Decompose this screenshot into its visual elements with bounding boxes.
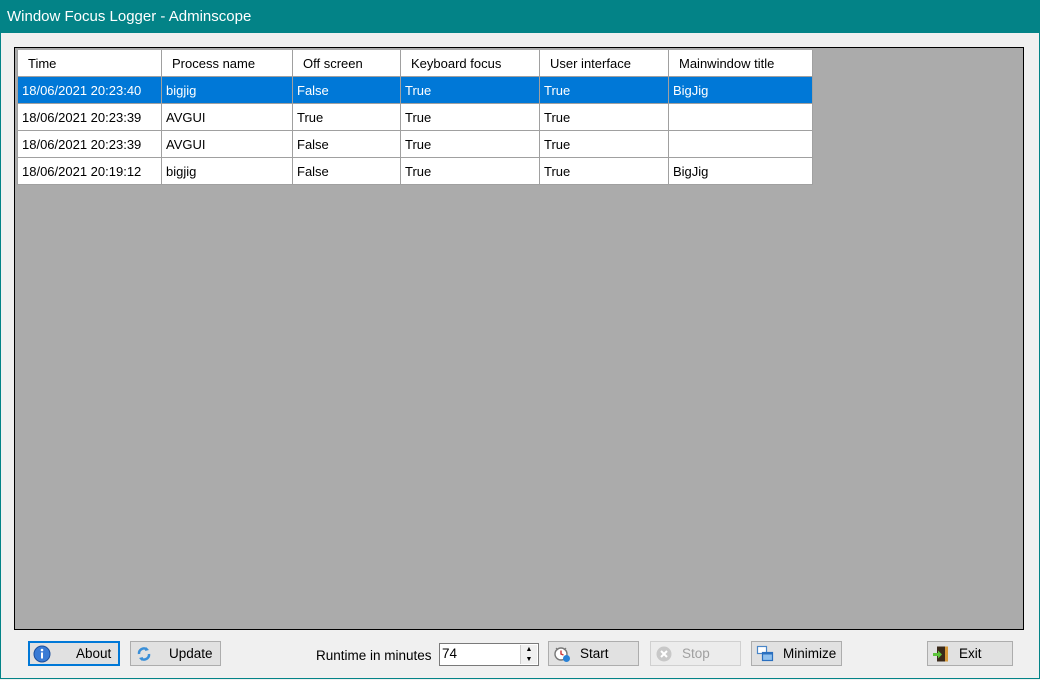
cell-keyboard-focus[interactable]: True	[400, 157, 540, 185]
column-header-off-screen[interactable]: Off screen	[292, 50, 401, 77]
update-button[interactable]: Update	[130, 641, 221, 666]
column-header-keyboard-focus[interactable]: Keyboard focus	[400, 50, 540, 77]
runtime-input[interactable]	[442, 646, 518, 661]
table-row[interactable]: 18/06/2021 20:19:12 bigjig False True Tr…	[17, 157, 813, 185]
clock-start-icon	[554, 647, 570, 662]
cell-keyboard-focus[interactable]: True	[400, 130, 540, 158]
refresh-icon	[137, 647, 151, 661]
cell-off-screen[interactable]: False	[292, 76, 401, 104]
spin-up-button[interactable]: ▲	[521, 645, 537, 654]
cell-user-interface[interactable]: True	[539, 103, 669, 131]
update-label: Update	[169, 646, 213, 661]
title-bar[interactable]: Window Focus Logger - Adminscope	[0, 0, 1040, 33]
table-row[interactable]: 18/06/2021 20:23:39 AVGUI False True Tru…	[17, 130, 813, 158]
stop-circle-icon	[656, 646, 672, 662]
cell-process-name[interactable]: bigjig	[161, 157, 293, 185]
cell-process-name[interactable]: bigjig	[161, 76, 293, 104]
cell-time[interactable]: 18/06/2021 20:23:40	[17, 76, 162, 104]
about-button[interactable]: About	[28, 641, 120, 666]
table-row[interactable]: 18/06/2021 20:23:40 bigjig False True Tr…	[17, 76, 813, 104]
cell-mainwindow-title[interactable]: BigJig	[668, 76, 813, 104]
cell-mainwindow-title[interactable]: BigJig	[668, 157, 813, 185]
exit-door-icon	[933, 646, 948, 662]
exit-button[interactable]: Exit	[927, 641, 1013, 666]
window-title: Window Focus Logger - Adminscope	[7, 8, 252, 25]
cell-process-name[interactable]: AVGUI	[161, 130, 293, 158]
cell-time[interactable]: 18/06/2021 20:19:12	[17, 157, 162, 185]
cell-time[interactable]: 18/06/2021 20:23:39	[17, 103, 162, 131]
info-icon	[33, 645, 51, 663]
column-header-mainwindow-title[interactable]: Mainwindow title	[668, 50, 813, 77]
cell-user-interface[interactable]: True	[539, 157, 669, 185]
column-header-process-name[interactable]: Process name	[161, 50, 293, 77]
minimize-button[interactable]: Minimize	[751, 641, 842, 666]
cell-keyboard-focus[interactable]: True	[400, 76, 540, 104]
cell-user-interface[interactable]: True	[539, 76, 669, 104]
cell-off-screen[interactable]: True	[292, 103, 401, 131]
windows-minimize-icon	[756, 645, 774, 662]
cell-process-name[interactable]: AVGUI	[161, 103, 293, 131]
table-row[interactable]: 18/06/2021 20:23:39 AVGUI True True True	[17, 103, 813, 131]
column-header-user-interface[interactable]: User interface	[539, 50, 669, 77]
stop-button[interactable]: Stop	[650, 641, 741, 666]
start-button[interactable]: Start	[548, 641, 639, 666]
log-grid[interactable]: Time Process name Off screen Keyboard fo…	[14, 47, 1024, 630]
cell-time[interactable]: 18/06/2021 20:23:39	[17, 130, 162, 158]
cell-user-interface[interactable]: True	[539, 130, 669, 158]
cell-keyboard-focus[interactable]: True	[400, 103, 540, 131]
minimize-label: Minimize	[783, 646, 837, 661]
runtime-label: Runtime in minutes	[316, 648, 432, 663]
cell-off-screen[interactable]: False	[292, 157, 401, 185]
log-table: Time Process name Off screen Keyboard fo…	[17, 50, 813, 185]
cell-mainwindow-title[interactable]	[668, 130, 813, 158]
column-header-time[interactable]: Time	[17, 50, 162, 77]
runtime-stepper[interactable]: ▲ ▼	[439, 643, 539, 666]
stop-label: Stop	[682, 646, 710, 661]
exit-label: Exit	[959, 646, 982, 661]
cell-mainwindow-title[interactable]	[668, 103, 813, 131]
cell-off-screen[interactable]: False	[292, 130, 401, 158]
spin-down-button[interactable]: ▼	[521, 655, 537, 664]
runtime-spin-buttons: ▲ ▼	[520, 645, 537, 664]
about-label: About	[76, 646, 112, 661]
table-header-row: Time Process name Off screen Keyboard fo…	[17, 50, 813, 77]
start-label: Start	[580, 646, 609, 661]
